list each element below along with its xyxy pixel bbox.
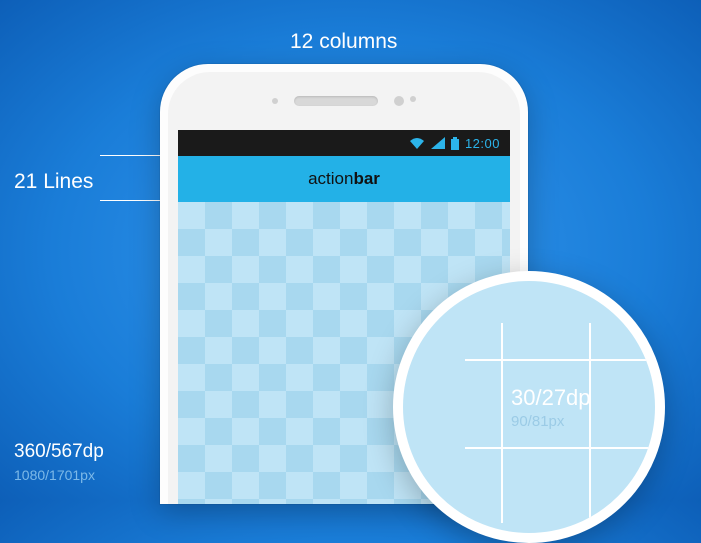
zoom-lens: 30/27dp 90/81px — [393, 271, 665, 543]
battery-icon — [451, 137, 459, 150]
phone-hardware — [168, 96, 520, 106]
lines-label: 21 Lines — [14, 170, 93, 194]
cell-border-bottom — [465, 447, 655, 449]
wifi-icon — [409, 137, 425, 149]
signal-icon — [431, 137, 445, 149]
screen-px-label: 1080/1701px — [14, 467, 95, 483]
status-clock: 12:00 — [465, 136, 500, 151]
sensor-icon — [272, 98, 278, 104]
status-bar: 12:00 — [178, 130, 510, 156]
cell-px-label: 90/81px — [511, 413, 591, 430]
columns-label: 12 columns — [290, 30, 397, 54]
actionbar-title-bold: bar — [353, 169, 379, 189]
actionbar-title-prefix: action — [308, 169, 353, 189]
action-bar: actionbar — [178, 156, 510, 202]
sensor-icon — [410, 96, 416, 102]
screen-dp-label: 360/567dp — [14, 441, 104, 463]
cell-dp-label: 30/27dp — [511, 385, 591, 411]
cell-border-top — [465, 359, 655, 361]
cell-border-left — [501, 323, 503, 523]
camera-icon — [394, 96, 404, 106]
speaker-icon — [294, 96, 378, 106]
